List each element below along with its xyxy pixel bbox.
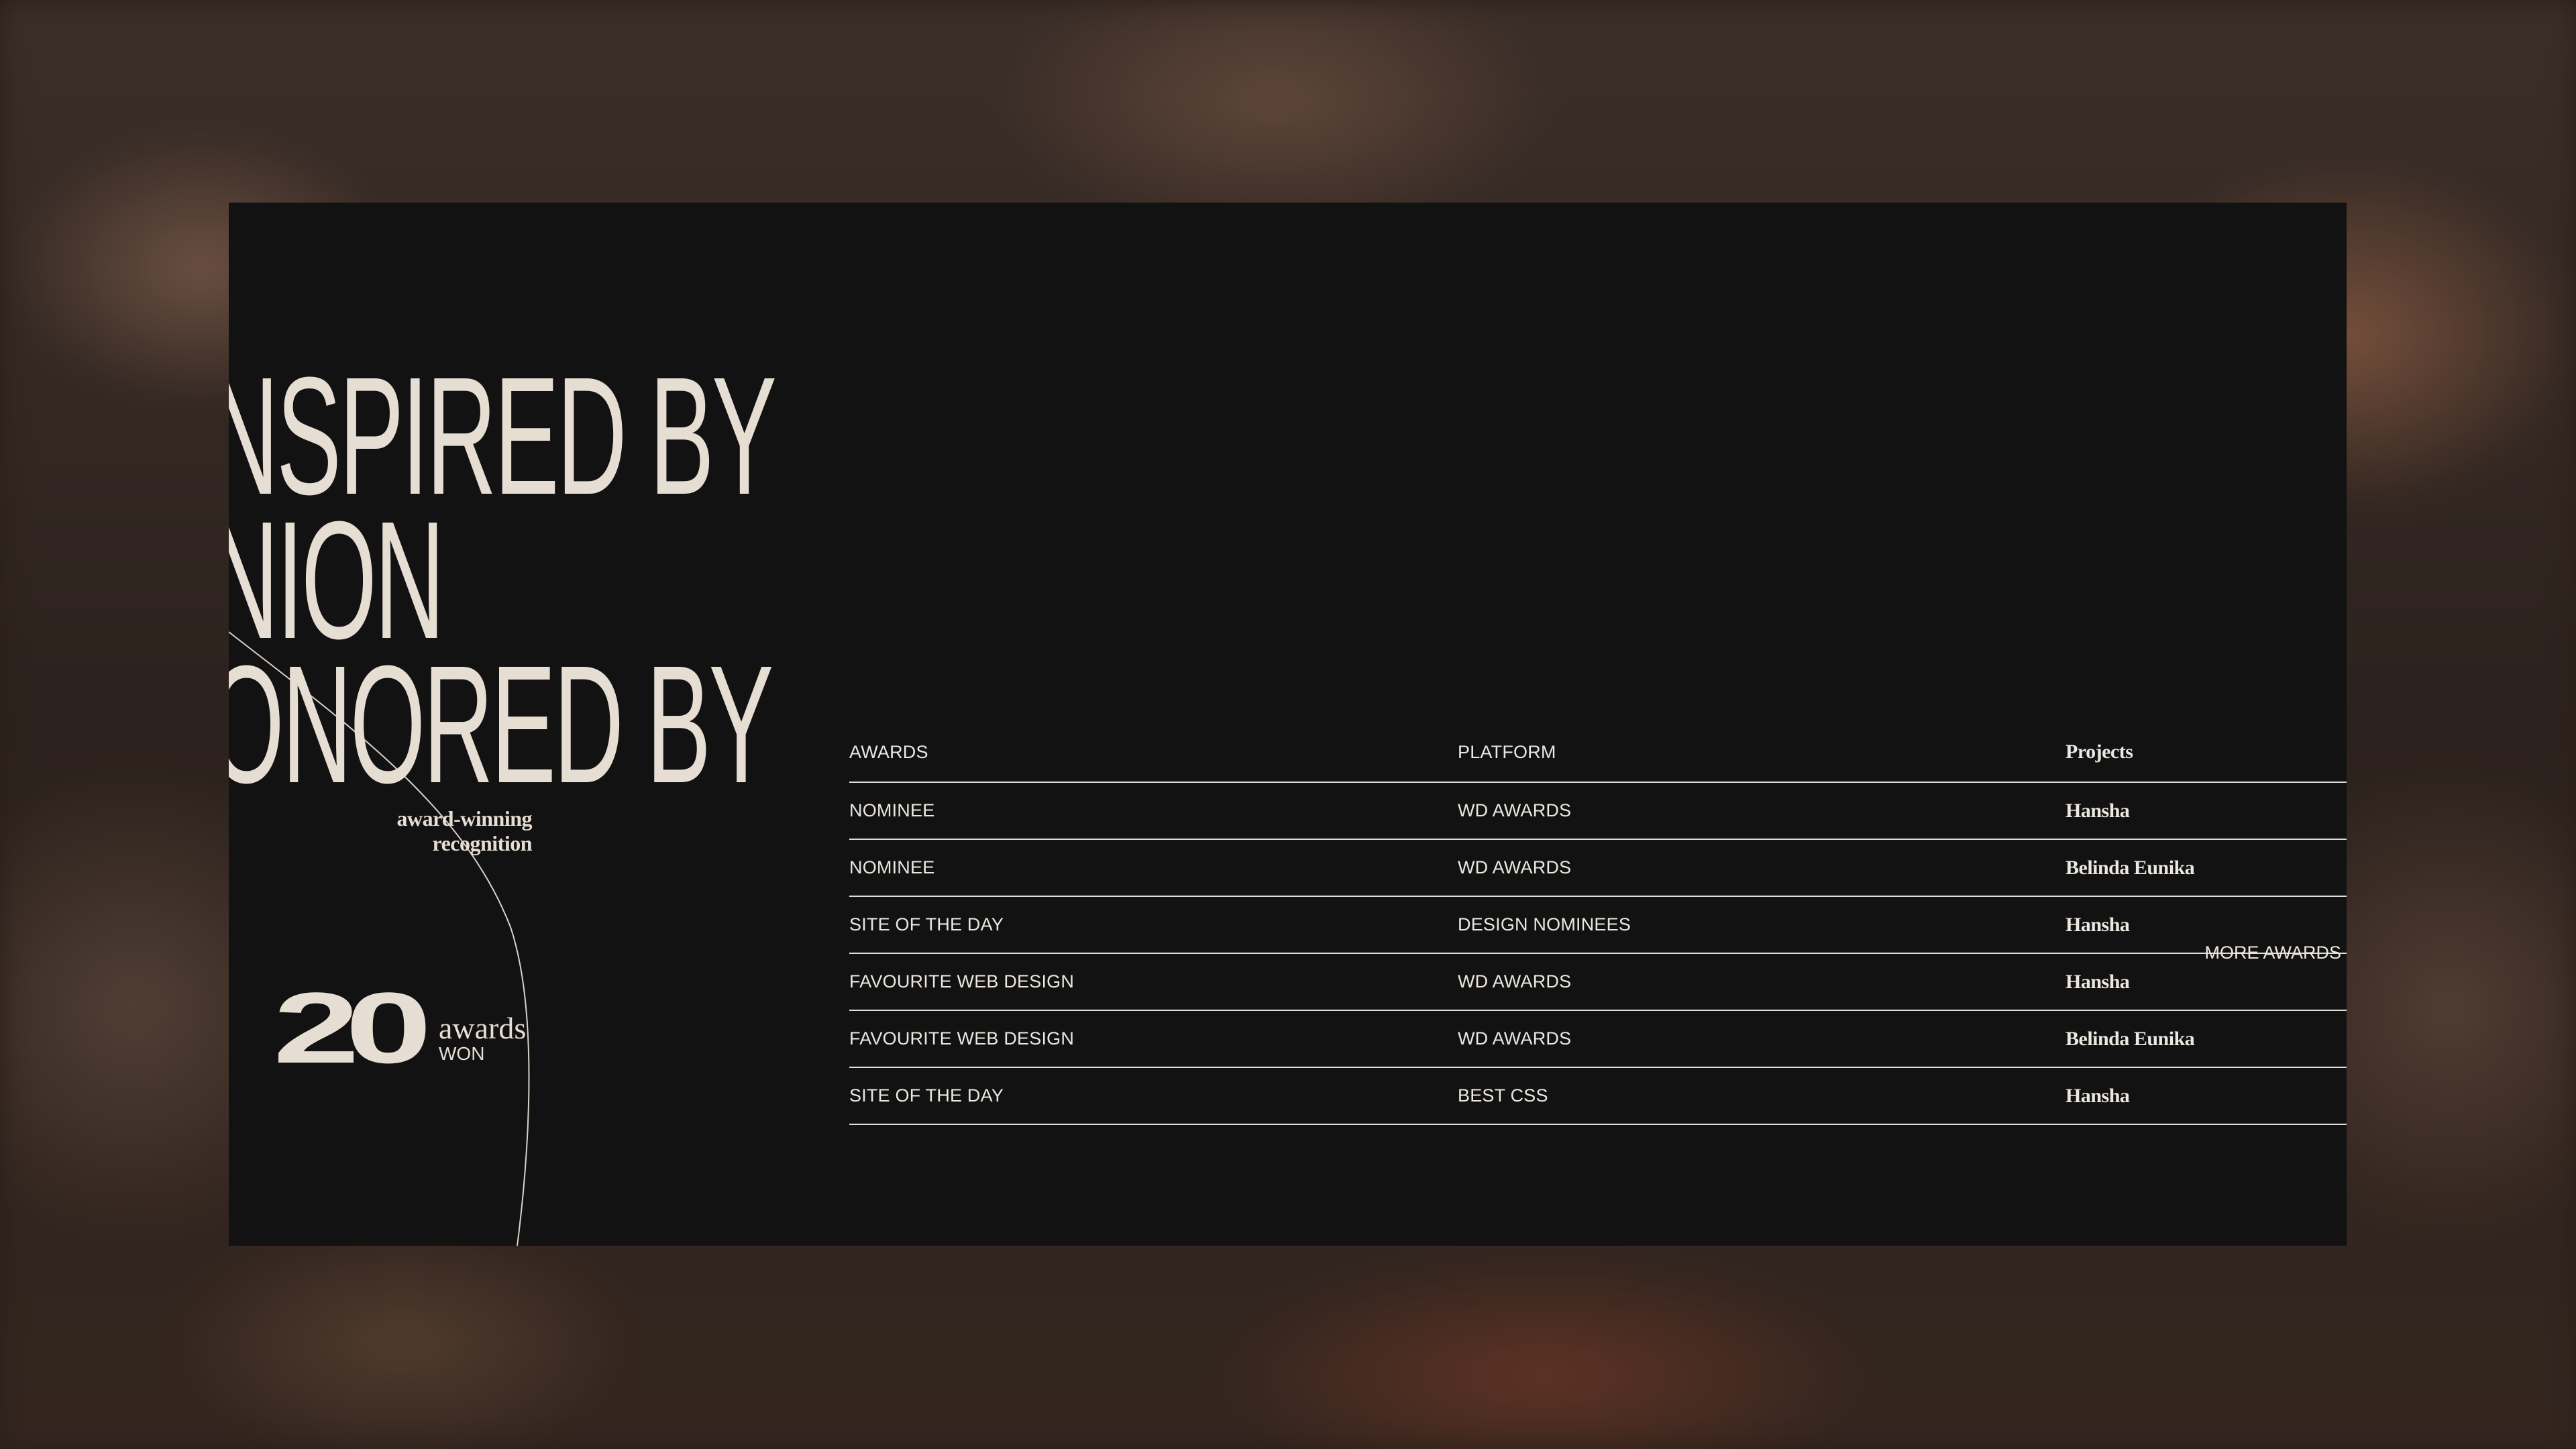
award-cell: SITE OF THE DAY xyxy=(849,1085,1004,1106)
platform-cell: BEST CSS xyxy=(1458,1085,1548,1106)
award-cell: NOMINEE xyxy=(849,857,935,877)
awards-counter: 20 awards WON xyxy=(273,971,526,1084)
awards-count: 20 xyxy=(273,971,432,1084)
hero-subtitle: award-winning recognition xyxy=(396,806,532,855)
header-projects: Projects xyxy=(2065,741,2133,763)
hero-line-3: ONORED BY xyxy=(229,631,773,818)
table-row[interactable]: NOMINEE WD AWARDS Belinda Eunika xyxy=(849,840,2347,897)
award-cell: FAVOURITE WEB DESIGN xyxy=(849,1028,1075,1049)
platform-cell: WD AWARDS xyxy=(1458,800,1572,820)
table-row[interactable]: NOMINEE WD AWARDS Hansha xyxy=(849,783,2347,840)
platform-cell: WD AWARDS xyxy=(1458,1028,1572,1049)
platform-cell: WD AWARDS xyxy=(1458,971,1572,991)
table-row[interactable]: SITE OF THE DAY DESIGN NOMINEES Hansha xyxy=(849,897,2347,954)
table-row[interactable]: FAVOURITE WEB DESIGN WD AWARDS Hansha xyxy=(849,954,2347,1011)
project-cell[interactable]: Hansha xyxy=(2065,1085,2130,1108)
awards-panel: NSPIRED BY NION ONORED BY award-winning … xyxy=(229,203,2347,1246)
award-cell: FAVOURITE WEB DESIGN xyxy=(849,971,1075,991)
project-cell[interactable]: Belinda Eunika xyxy=(2065,1028,2195,1051)
project-cell[interactable]: Hansha xyxy=(2065,971,2130,994)
project-cell[interactable]: Belinda Eunika xyxy=(2065,857,2195,879)
award-cell: SITE OF THE DAY xyxy=(849,914,1004,934)
award-cell: NOMINEE xyxy=(849,800,935,820)
table-row[interactable]: SITE OF THE DAY BEST CSS Hansha xyxy=(849,1068,2347,1125)
table-row[interactable]: FAVOURITE WEB DESIGN WD AWARDS Belinda E… xyxy=(849,1011,2347,1068)
header-platform: PLATFORM xyxy=(1458,741,1556,762)
awards-table: AWARDS PLATFORM Projects NOMINEE WD AWAR… xyxy=(849,722,2347,1125)
header-awards: AWARDS xyxy=(849,741,928,762)
table-header-row: AWARDS PLATFORM Projects xyxy=(849,722,2347,783)
platform-cell: WD AWARDS xyxy=(1458,857,1572,877)
project-cell[interactable]: Hansha xyxy=(2065,800,2130,822)
project-cell[interactable]: Hansha xyxy=(2065,914,2130,936)
more-awards-link[interactable]: MORE AWARDS xyxy=(2204,943,2341,963)
platform-cell: DESIGN NOMINEES xyxy=(1458,914,1631,934)
